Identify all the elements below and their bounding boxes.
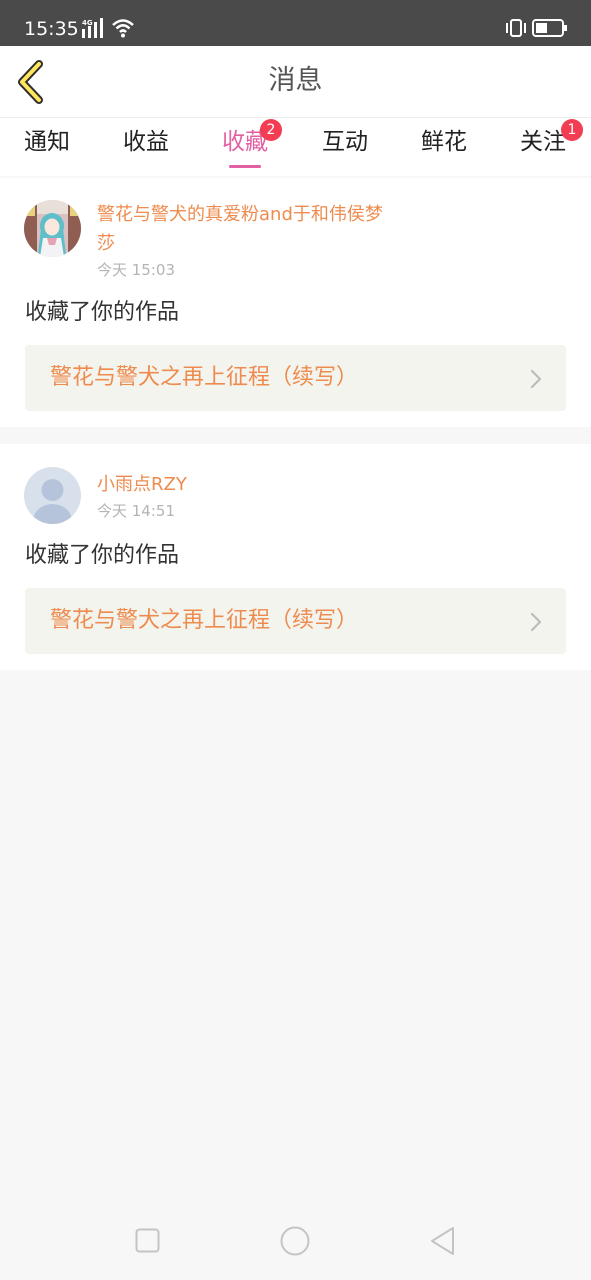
message-time: 今天 15:03 [97, 261, 175, 279]
work-title: 警花与警犬之再上征程（续写） [50, 365, 359, 390]
status-time: 15:35 [24, 18, 79, 40]
action-text: 收藏了你的作品 [25, 300, 180, 325]
username[interactable]: 小雨点RZY [97, 470, 387, 499]
tab-interactions[interactable]: 互动 [310, 126, 380, 172]
chevron-right-icon [530, 612, 542, 632]
home-icon[interactable] [280, 1226, 310, 1256]
signal-icon [82, 18, 103, 38]
system-nav-bar [0, 1200, 591, 1280]
tab-label: 通知 [24, 129, 70, 155]
tab-flowers[interactable]: 鲜花 [409, 126, 479, 172]
user-avatar[interactable] [24, 200, 81, 257]
tab-label: 互动 [322, 129, 368, 155]
tab-bar: 通知 收益 收藏 2 互动 鲜花 关注 1 [0, 118, 591, 176]
tab-favorites[interactable]: 收藏 2 [210, 119, 282, 172]
page-title: 消息 [268, 65, 323, 96]
app-header: 消息 [0, 46, 591, 118]
action-text: 收藏了你的作品 [25, 543, 180, 568]
battery-icon [532, 19, 567, 37]
anime-character-avatar [24, 200, 81, 257]
tab-notifications[interactable]: 通知 [12, 126, 82, 172]
default-user-avatar [24, 467, 81, 524]
tab-label: 收益 [123, 129, 169, 155]
wifi-icon [112, 19, 134, 38]
tab-badge: 2 [260, 119, 282, 141]
tab-earnings[interactable]: 收益 [111, 126, 181, 172]
message-card: 警花与警犬的真爱粉and于和伟侯梦莎 今天 15:03 收藏了你的作品 警花与警… [0, 178, 591, 427]
work-link[interactable]: 警花与警犬之再上征程（续写） [25, 588, 566, 654]
tab-label: 关注 [520, 129, 566, 155]
recent-apps-icon[interactable] [135, 1228, 160, 1253]
back-nav-icon[interactable] [429, 1226, 457, 1256]
message-time: 今天 14:51 [97, 502, 175, 520]
chevron-right-icon [530, 369, 542, 389]
tab-active-indicator [229, 165, 261, 168]
username[interactable]: 警花与警犬的真爱粉and于和伟侯梦莎 [97, 200, 387, 258]
work-title: 警花与警犬之再上征程（续写） [50, 608, 359, 633]
vibrate-icon [506, 19, 526, 37]
work-link[interactable]: 警花与警犬之再上征程（续写） [25, 345, 566, 411]
status-bar: 15:35 4G [0, 0, 591, 46]
message-card: 小雨点RZY 今天 14:51 收藏了你的作品 警花与警犬之再上征程（续写） [0, 444, 591, 670]
tab-badge: 1 [561, 119, 583, 141]
user-avatar[interactable] [24, 467, 81, 524]
tab-label: 鲜花 [421, 129, 467, 155]
tab-follows[interactable]: 关注 1 [508, 119, 583, 172]
